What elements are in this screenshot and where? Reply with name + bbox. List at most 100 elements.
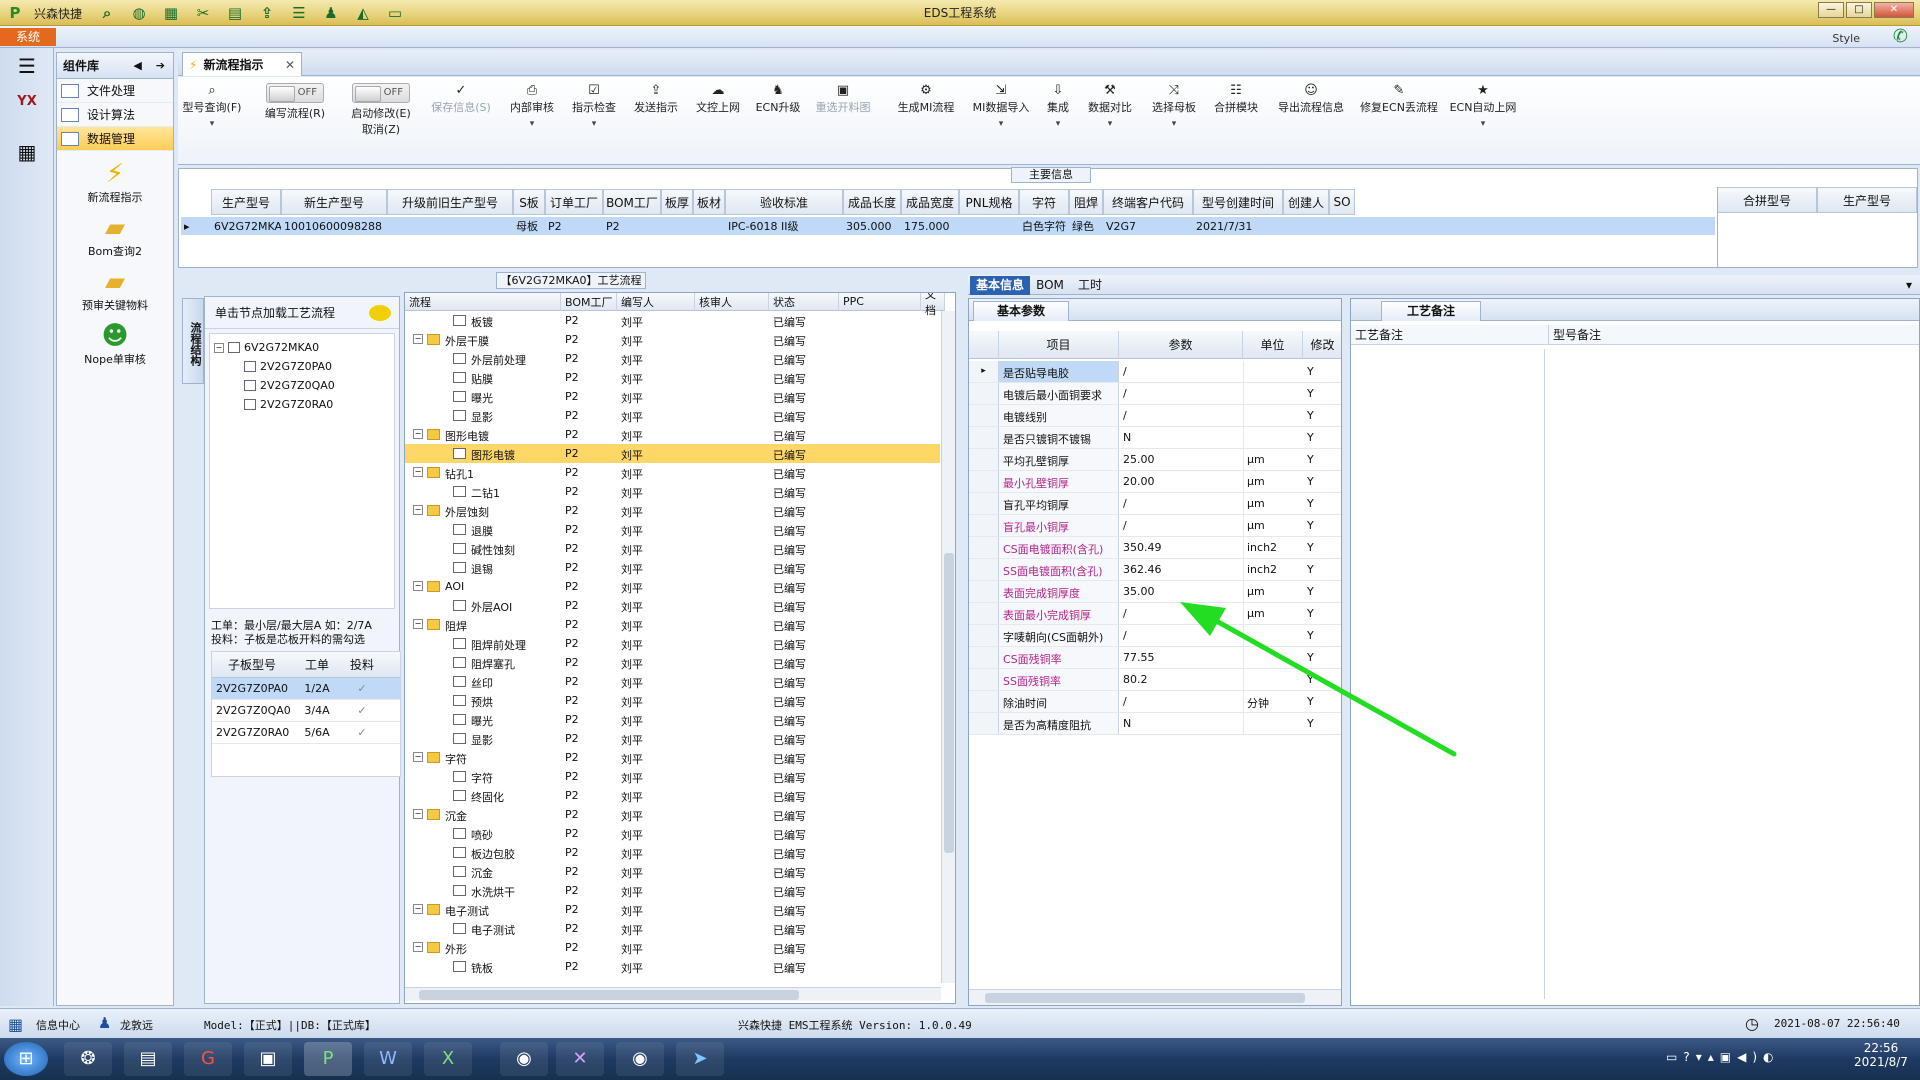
lib-item-data-management[interactable]: 数据管理 — [57, 127, 173, 151]
sub-board-order[interactable]: 1/2A — [292, 682, 342, 695]
taskbar-eye-icon[interactable]: ◉ — [500, 1042, 548, 1076]
info-center-link[interactable]: 信息中心 — [36, 1017, 80, 1033]
param-row[interactable]: ▸ 是否贴导电胶 / Y — [969, 361, 1341, 383]
tree-root-node[interactable]: − 6V2G72MKA0 — [214, 338, 390, 357]
param-row[interactable]: 是否只镀铜不镀锡 N Y — [969, 427, 1341, 449]
process-row[interactable]: 阻焊塞孔 P2 刘平 已编写 — [405, 653, 940, 672]
process-row[interactable]: 外层AOI P2 刘平 已编写 — [405, 596, 940, 615]
process-column-header[interactable]: 编写人 — [617, 293, 695, 311]
lib-preaudit-material[interactable]: ▰ 预审关键物料 — [57, 267, 173, 313]
param-row[interactable]: 除油时间 / 分钟 Y — [969, 691, 1341, 713]
feed-checkbox[interactable]: ✓ — [342, 704, 382, 717]
lib-item-design-algorithm[interactable]: 设计算法 — [57, 103, 173, 127]
data-compare-button[interactable]: ⚒ 数据对比 ▾ — [1082, 83, 1138, 129]
close-tab-icon[interactable]: ✕ — [285, 58, 295, 72]
tab-worktime[interactable]: 工时 — [1070, 276, 1110, 295]
upload-online-button[interactable]: ☁ 文控上网 — [692, 83, 744, 115]
scrollbar-thumb[interactable] — [419, 990, 799, 1000]
send-instruction-button[interactable]: ⇪ 发送指示 — [630, 83, 682, 115]
param-value[interactable]: 20.00 — [1123, 475, 1155, 488]
param-value[interactable]: N — [1123, 431, 1131, 444]
collapse-icon[interactable]: − — [413, 505, 423, 515]
dropdown-arrow-icon[interactable]: ▾ — [1900, 276, 1918, 295]
collapse-icon[interactable]: − — [413, 467, 423, 477]
sub-board-row[interactable]: 2V2G7Z0QA0 3/4A ✓ — [212, 700, 400, 722]
scrollbar-thumb[interactable] — [985, 993, 1305, 1003]
param-row[interactable]: 平均孔壁铜厚 25.00 μm Y — [969, 449, 1341, 471]
process-row[interactable]: 电子测试 P2 刘平 已编写 — [405, 919, 940, 938]
lib-nope-audit[interactable]: ☻ Nope单审核 — [57, 321, 173, 367]
taskbar-save-icon[interactable]: ▣ — [244, 1042, 292, 1076]
param-value[interactable]: 77.55 — [1123, 651, 1155, 664]
process-row[interactable]: 预烘 P2 刘平 已编写 — [405, 691, 940, 710]
param-row[interactable]: 字唛朝向(CS面朝外) / Y — [969, 625, 1341, 647]
process-row[interactable]: − 外形 P2 刘平 已编写 — [405, 938, 940, 957]
param-value[interactable]: / — [1123, 365, 1127, 378]
horizontal-scrollbar[interactable] — [405, 987, 941, 1001]
process-row[interactable]: 水洗烘干 P2 刘平 已编写 — [405, 881, 940, 900]
main-info-column-header[interactable]: 成品长度 — [843, 189, 901, 215]
param-row[interactable]: 是否为高精度阻抗 N Y — [969, 713, 1341, 735]
process-column-header[interactable]: 流程 — [405, 293, 561, 311]
param-row[interactable]: 盲孔平均铜厚 / μm Y — [969, 493, 1341, 515]
param-value[interactable]: 35.00 — [1123, 585, 1155, 598]
close-button[interactable]: ✕ — [1874, 2, 1914, 18]
process-row[interactable]: 图形电镀 P2 刘平 已编写 — [405, 444, 940, 463]
merge-module-button[interactable]: ☷ 合拼模块 — [1208, 83, 1264, 115]
main-info-column-header[interactable]: 验收标准 — [725, 189, 843, 215]
process-row[interactable]: 曝光 P2 刘平 已编写 — [405, 387, 940, 406]
lib-new-flow-instruction[interactable]: ⚡ 新流程指示 — [57, 159, 173, 205]
taskbar-excel-icon[interactable]: X — [424, 1042, 472, 1076]
param-value[interactable]: / — [1123, 387, 1127, 400]
write-flow-toggle[interactable]: OFF — [266, 83, 324, 103]
calculator-icon[interactable]: ▦ — [8, 140, 46, 176]
monitor-icon[interactable]: ▭ — [382, 3, 408, 23]
collapse-left-icon[interactable]: ◀ — [133, 59, 141, 72]
param-row[interactable]: 电镀线别 / Y — [969, 405, 1341, 427]
collapse-icon[interactable]: − — [413, 904, 423, 914]
process-row[interactable]: 沉金 P2 刘平 已编写 — [405, 862, 940, 881]
process-row[interactable]: 阻焊前处理 P2 刘平 已编写 — [405, 634, 940, 653]
scissors-icon[interactable]: ✂ — [190, 3, 216, 23]
export-flow-info-button[interactable]: ☺ 导出流程信息 — [1272, 83, 1350, 115]
process-column-header[interactable]: 核审人 — [695, 293, 769, 311]
export-icon[interactable]: ⇪ — [254, 3, 280, 23]
main-info-column-header[interactable]: 板材 — [693, 189, 725, 215]
tab-process-remarks[interactable]: 工艺备注 — [1381, 301, 1481, 321]
collapse-icon[interactable]: − — [413, 581, 423, 591]
process-row[interactable]: − 外层干膜 P2 刘平 已编写 — [405, 330, 940, 349]
process-row[interactable]: 终固化 P2 刘平 已编写 — [405, 786, 940, 805]
process-row[interactable]: 贴膜 P2 刘平 已编写 — [405, 368, 940, 387]
process-row[interactable]: 碱性蚀刻 P2 刘平 已编写 — [405, 539, 940, 558]
fix-ecn-button[interactable]: ✎ 修复ECN丢流程 — [1358, 83, 1440, 115]
process-row[interactable]: 外层前处理 P2 刘平 已编写 — [405, 349, 940, 368]
process-row[interactable]: 喷砂 P2 刘平 已编写 — [405, 824, 940, 843]
process-column-header[interactable]: PPC — [839, 293, 921, 311]
process-remark-textarea[interactable] — [1355, 349, 1545, 999]
user-icon[interactable]: ♟ — [318, 3, 344, 23]
feed-checkbox[interactable]: ✓ — [342, 682, 382, 695]
sub-board-row[interactable]: 2V2G7Z0RA0 5/6A ✓ — [212, 722, 400, 744]
instruction-check-button[interactable]: ☑ 指示检查 ▾ — [568, 83, 620, 129]
select-mother-board-button[interactable]: ⤨ 选择母板 ▾ — [1146, 83, 1202, 129]
main-info-column-header[interactable]: S板 — [513, 189, 545, 215]
process-row[interactable]: 二钻1 P2 刘平 已编写 — [405, 482, 940, 501]
main-info-column-header[interactable]: 升级前旧生产型号 — [387, 189, 513, 215]
list-icon[interactable]: ☰ — [286, 3, 312, 23]
collapse-icon[interactable]: − — [413, 619, 423, 629]
vertical-scrollbar[interactable] — [941, 311, 955, 983]
param-value[interactable]: / — [1123, 629, 1127, 642]
phone-icon[interactable]: ✆ — [1893, 26, 1908, 47]
taskbar-shell-icon[interactable]: ❂ — [64, 1042, 112, 1076]
maximize-button[interactable]: □ — [1846, 2, 1872, 18]
chart-icon[interactable]: ◭ — [350, 3, 376, 23]
param-value[interactable]: 80.2 — [1123, 673, 1148, 686]
tree-child-node[interactable]: 2V2G7Z0RA0 — [214, 395, 390, 414]
tab-new-flow-instruction[interactable]: ⚡ 新流程指示 ✕ — [182, 52, 302, 76]
process-row[interactable]: − 阻焊 P2 刘平 已编写 — [405, 615, 940, 634]
process-row[interactable]: 曝光 P2 刘平 已编写 — [405, 710, 940, 729]
yx-logo-icon[interactable]: YX — [8, 94, 46, 130]
collapse-icon[interactable]: − — [214, 342, 224, 353]
reselect-chart-button[interactable]: ▣ 重选开料图 — [810, 83, 876, 115]
param-row[interactable]: SS面电镀面积(含孔) 362.46 inch2 Y — [969, 559, 1341, 581]
